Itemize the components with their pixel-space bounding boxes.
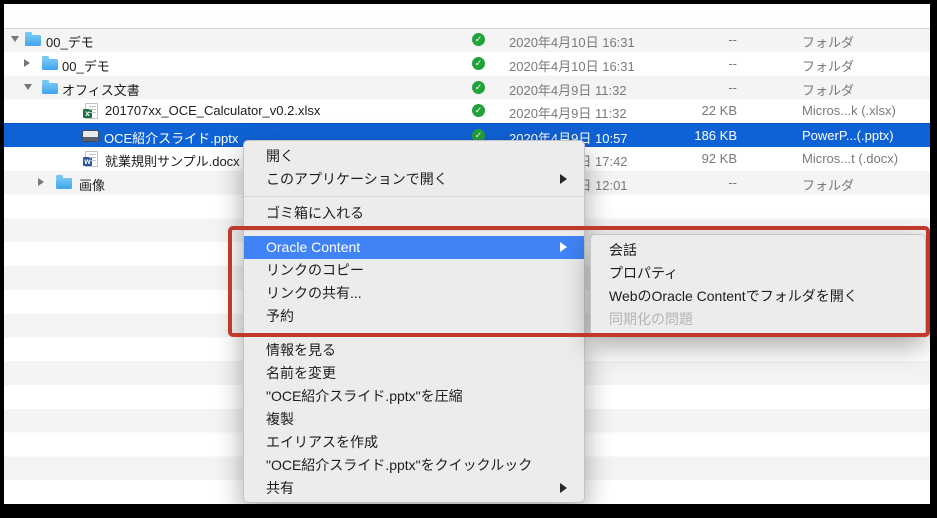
file-icon [82,130,99,142]
menu-item[interactable]: 複製 [244,408,584,431]
menu-item[interactable]: リンクのコピー [244,259,584,282]
disclosure-triangle-icon[interactable] [24,84,32,90]
menu-item-label: このアプリケーションで開く [266,171,448,187]
menu-item-label: 開く [266,148,294,164]
file-size: 92 KB [624,151,737,166]
modified-date: 2020年4月10日 16:31 [509,56,635,75]
sync-check-icon [472,33,485,46]
file-name: 就業規則サンプル.docx [105,151,240,170]
menu-item[interactable]: 予約 [244,305,584,328]
menu-item[interactable]: "OCE紹介スライド.pptx"をクイックルック [244,454,584,477]
menu-separator [244,328,584,339]
menu-item-label: 会話 [609,242,637,258]
file-name: 00_デモ [62,56,110,75]
finder-window: 名前 変更日 サイズ 種類 00_デモ 2020年4月10日 16:31 -- … [0,0,937,518]
file-kind: Micros...t (.docx) [802,151,930,166]
table-row[interactable]: オフィス文書 2020年4月9日 11:32 -- フォルダ [4,76,930,100]
file-size: -- [624,32,737,47]
menu-separator [244,191,584,202]
submenu-arrow-icon [560,483,567,493]
file-size: -- [624,80,737,95]
menu-item-label: WebのOracle Contentでフォルダを開く [609,288,858,304]
menu-item-label: 同期化の問題 [609,311,693,327]
file-name: オフィス文書 [62,80,140,99]
file-name: 00_デモ [46,32,94,51]
menu-item-label: エイリアスを作成 [266,434,378,450]
menu-item-label: Oracle Content [266,239,360,255]
menu-item-label: リンクの共有... [266,285,362,301]
menu-item[interactable]: ゴミ箱に入れる [244,202,584,225]
file-kind: フォルダ [802,80,930,99]
submenu-arrow-icon [560,242,567,252]
menu-item[interactable]: "OCE紹介スライド.pptx"を圧縮 [244,385,584,408]
menu-item-label: ゴミ箱に入れる [266,205,364,221]
menu-item[interactable]: このアプリケーションで開く [244,168,584,191]
file-icon [56,178,72,189]
file-name: 201707xx_OCE_Calculator_v0.2.xlsx [105,103,320,118]
table-row[interactable]: 201707xx_OCE_Calculator_v0.2.xlsx 2020年4… [4,99,930,123]
menu-item-label: 共有 [266,480,294,496]
modified-date: 2020年4月9日 11:32 [509,103,627,122]
modified-date: 2020年4月10日 16:31 [509,32,635,51]
menu-item[interactable]: 開く [244,145,584,168]
menu-item[interactable]: 名前を変更 [244,362,584,385]
menu-item-label: "OCE紹介スライド.pptx"を圧縮 [266,388,463,404]
menu-item[interactable]: プロパティ [591,262,925,285]
context-menu: 開く このアプリケーションで開く ゴミ箱に入れる Oracle Content … [243,140,585,503]
file-kind: フォルダ [802,32,930,51]
sync-check-icon [472,81,485,94]
file-icon [42,59,58,70]
file-size: -- [624,175,737,190]
file-kind: フォルダ [802,56,930,75]
menu-item[interactable]: 共有 [244,477,584,500]
menu-item-label: 情報を見る [266,342,336,358]
file-kind: PowerP...(.pptx) [802,128,930,143]
file-name: 画像 [79,175,105,194]
menu-item-label: 複製 [266,411,294,427]
table-row[interactable]: 00_デモ 2020年4月10日 16:31 -- フォルダ [4,28,930,52]
table-row[interactable]: 00_デモ 2020年4月10日 16:31 -- フォルダ [4,52,930,76]
file-size: 186 KB [624,128,737,143]
file-size: 22 KB [624,103,737,118]
file-icon [85,151,98,167]
menu-item: 同期化の問題 [591,308,925,331]
menu-item[interactable]: 情報を見る [244,339,584,362]
menu-item-label: リンクのコピー [266,262,364,278]
disclosure-triangle-icon[interactable] [11,36,19,42]
menu-item-label: プロパティ [609,265,678,281]
file-icon [42,83,58,94]
file-kind: フォルダ [802,175,930,194]
disclosure-triangle-icon[interactable] [38,178,44,186]
submenu-arrow-icon [560,174,567,184]
menu-item-label: 名前を変更 [266,365,336,381]
sync-check-icon [472,104,485,117]
file-kind: Micros...k (.xlsx) [802,103,930,118]
menu-item-label: "OCE紹介スライド.pptx"をクイックルック [266,457,532,473]
file-name: OCE紹介スライド.pptx [104,128,238,147]
menu-item[interactable]: WebのOracle Contentでフォルダを開く [591,285,925,308]
menu-item[interactable]: Oracle Content [244,236,584,259]
oracle-content-submenu: 会話 プロパティ WebのOracle Contentでフォルダを開く 同期化の… [590,234,926,336]
file-icon [85,103,98,119]
menu-separator [244,225,584,236]
menu-item[interactable]: エイリアスを作成 [244,431,584,454]
column-header [4,4,930,29]
menu-item[interactable]: リンクの共有... [244,282,584,305]
menu-item-label: 予約 [266,308,294,324]
menu-item[interactable]: 会話 [591,239,925,262]
file-size: -- [624,56,737,71]
file-icon [25,35,41,46]
modified-date: 2020年4月9日 11:32 [509,80,627,99]
disclosure-triangle-icon[interactable] [24,59,30,67]
sync-check-icon [472,57,485,70]
